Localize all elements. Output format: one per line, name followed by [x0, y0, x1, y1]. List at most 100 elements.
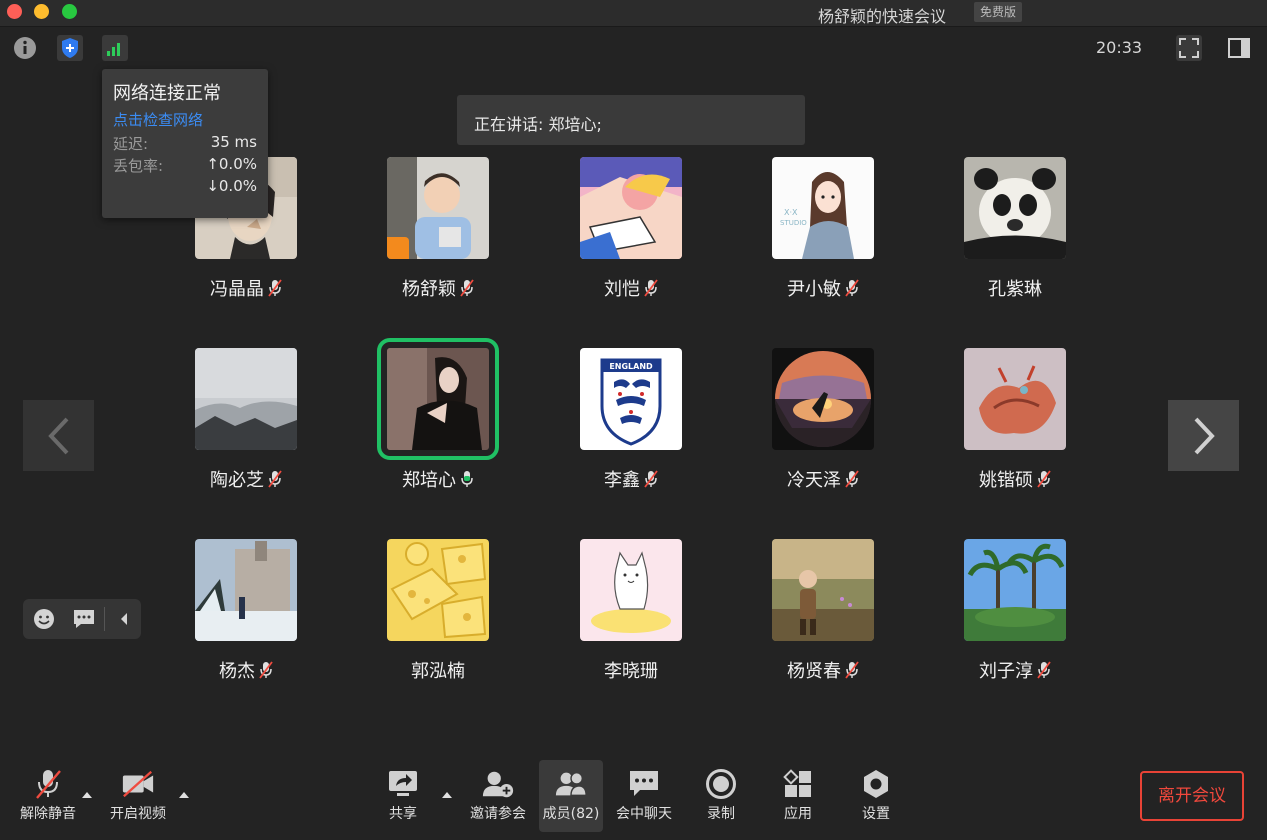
check-network-link[interactable]: 点击检查网络 — [113, 109, 257, 130]
latency-value: 35 ms — [210, 133, 257, 151]
start-video-button[interactable]: 开启视频 — [106, 760, 170, 832]
meeting-chat-button[interactable]: 会中聊天 — [612, 760, 676, 832]
participant-tile[interactable]: X·X STUDIO 尹小敏 — [727, 157, 919, 317]
participant-tile[interactable]: 杨贤春 — [727, 539, 919, 699]
reaction-tray — [23, 599, 141, 639]
participant-name-row: 刘恺 — [535, 275, 727, 301]
avatar: X·X STUDIO — [772, 157, 874, 259]
chevron-left-icon — [47, 417, 68, 454]
mic-muted-icon — [644, 279, 658, 297]
active-speaker-banner: 正在讲话: 郑培心; — [457, 95, 805, 145]
participant-tile[interactable]: ENGLAND 李鑫 — [535, 348, 727, 508]
participant-name: 刘子淳 — [979, 661, 1033, 682]
emoji-reaction-button[interactable] — [32, 607, 56, 631]
svg-text:X·X: X·X — [784, 208, 798, 217]
participant-name-row: 姚锴硕 — [919, 466, 1111, 492]
close-window-button[interactable] — [7, 4, 22, 19]
participant-name-row: 杨舒颖 — [342, 275, 534, 301]
packet-loss-label: 丢包率: — [113, 157, 164, 175]
avatar-active-speaker — [377, 338, 499, 460]
settings-button[interactable]: 设置 — [844, 760, 908, 832]
zoom-window-button[interactable] — [62, 4, 77, 19]
unmute-label: 解除静音 — [20, 806, 76, 822]
participant-tile[interactable]: 李晓珊 — [535, 539, 727, 699]
packet-loss-row: 丢包率: ↑0.0% — [113, 155, 257, 177]
collapse-tray-button[interactable] — [112, 607, 136, 631]
leave-meeting-button[interactable]: 离开会议 — [1140, 771, 1244, 821]
latency-row: 延迟: 35 ms — [113, 133, 257, 155]
unmute-button[interactable]: 解除静音 — [16, 760, 80, 832]
participant-name-row: 尹小敏 — [727, 275, 919, 301]
title-bar: 杨舒颖的快速会议 免费版 — [0, 0, 1267, 27]
smiley-icon — [34, 609, 54, 629]
participant-name: 杨舒颖 — [402, 279, 456, 300]
participant-name: 郭泓楠 — [411, 661, 465, 682]
participant-tile-speaking[interactable]: 郑培心 — [342, 338, 534, 508]
record-button[interactable]: 录制 — [689, 760, 753, 832]
participant-name: 杨杰 — [219, 661, 255, 682]
network-status-text: 网络连接正常 — [113, 83, 221, 104]
mic-muted-icon — [460, 279, 474, 297]
participant-tile[interactable]: 姚锴硕 — [919, 348, 1111, 508]
share-options-caret-icon[interactable] — [441, 790, 453, 800]
sidebar-toggle-icon[interactable] — [1226, 35, 1252, 61]
invite-label: 邀请参会 — [470, 806, 526, 822]
chat-bubble-icon — [74, 610, 94, 628]
apps-grid-icon — [783, 769, 811, 797]
start-video-label: 开启视频 — [110, 806, 166, 822]
participant-name: 刘恺 — [604, 279, 640, 300]
participant-tile[interactable]: 陶必芝 — [150, 348, 342, 508]
mic-muted-icon — [1037, 661, 1051, 679]
security-shield-icon[interactable] — [57, 35, 83, 61]
plan-badge: 免费版 — [974, 2, 1023, 22]
share-button[interactable]: 共享 — [371, 760, 435, 832]
members-button[interactable]: 成员(82) — [539, 760, 603, 832]
participant-tile[interactable]: 刘恺 — [535, 157, 727, 317]
participant-tile[interactable]: 郭泓楠 — [342, 539, 534, 699]
participant-name-row: 杨杰 — [150, 657, 342, 683]
participant-tile[interactable]: 孔紫琳 — [919, 157, 1111, 317]
info-icon[interactable] — [12, 35, 38, 61]
meeting-chat-label: 会中聊天 — [616, 806, 672, 822]
tray-divider — [104, 607, 105, 631]
add-user-icon — [482, 771, 514, 798]
packet-loss-down: ↓0.0% — [206, 177, 257, 195]
share-screen-icon — [389, 771, 417, 796]
members-label: 成员(82) — [542, 806, 600, 822]
caret-left-icon — [121, 613, 127, 625]
avatar: ENGLAND — [580, 348, 682, 450]
packet-loss-up: ↑0.0% — [206, 155, 257, 173]
svg-text:ENGLAND: ENGLAND — [609, 362, 653, 371]
participant-name-row: 孔紫琳 — [919, 275, 1111, 301]
video-options-caret-icon[interactable] — [178, 790, 190, 800]
mic-muted-icon — [268, 279, 282, 297]
previous-page-button[interactable] — [23, 400, 94, 471]
participant-tile[interactable]: 杨杰 — [150, 539, 342, 699]
participant-tile[interactable]: 刘子淳 — [919, 539, 1111, 699]
avatar — [964, 348, 1066, 450]
avatar — [580, 539, 682, 641]
participant-tile[interactable]: 杨舒颖 — [342, 157, 534, 317]
participant-name: 李鑫 — [604, 470, 640, 491]
participant-name-row: 陶必芝 — [150, 466, 342, 492]
participant-name-row: 冷天泽 — [727, 466, 919, 492]
invite-button[interactable]: 邀请参会 — [466, 760, 530, 832]
meeting-clock: 20:33 — [1096, 38, 1143, 57]
latency-label: 延迟: — [113, 135, 149, 153]
window-title: 杨舒颖的快速会议 — [818, 7, 947, 26]
members-icon — [555, 771, 587, 797]
network-signal-icon[interactable] — [102, 35, 128, 61]
participant-name: 陶必芝 — [210, 470, 264, 491]
avatar — [772, 539, 874, 641]
bullet-chat-button[interactable] — [72, 607, 96, 631]
mic-muted-icon — [259, 661, 273, 679]
avatar — [195, 539, 297, 641]
participant-name-row: 李晓珊 — [535, 657, 727, 683]
apps-button[interactable]: 应用 — [766, 760, 830, 832]
minimize-window-button[interactable] — [34, 4, 49, 19]
audio-options-caret-icon[interactable] — [81, 790, 93, 800]
fullscreen-icon[interactable] — [1176, 35, 1202, 61]
avatar — [387, 157, 489, 259]
participant-tile[interactable]: 冷天泽 — [727, 348, 919, 508]
next-page-button[interactable] — [1168, 400, 1239, 471]
